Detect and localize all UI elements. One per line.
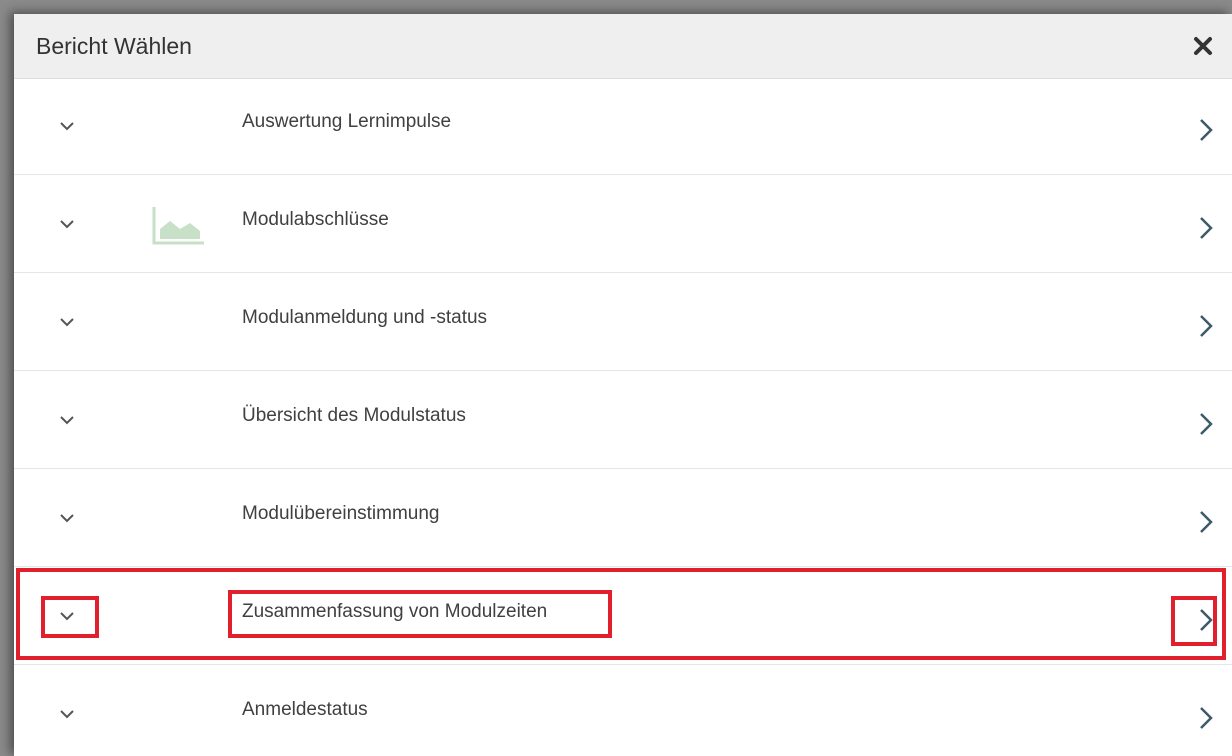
report-row-modulabschluesse[interactable]: Modulabschlüsse (14, 175, 1232, 273)
report-label[interactable]: Modulanmeldung und -status (242, 307, 487, 329)
chevron-right-icon[interactable] (1198, 705, 1214, 731)
area-chart-icon (152, 205, 206, 245)
report-row-zusammenfassung-modulzeiten[interactable]: Zusammenfassung von Modulzeiten (14, 567, 1232, 665)
chevron-down-icon[interactable] (58, 607, 76, 625)
dialog-title: Bericht Wählen (36, 33, 192, 59)
chevron-down-icon[interactable] (58, 509, 76, 527)
report-row-uebersicht-modulstatus[interactable]: Übersicht des Modulstatus (14, 371, 1232, 469)
chevron-right-icon[interactable] (1198, 215, 1214, 241)
chevron-right-icon[interactable] (1198, 117, 1214, 143)
report-select-dialog: Bericht Wählen Auswertung Lernimpulse Mo… (14, 14, 1232, 756)
report-row-modulanmeldung[interactable]: Modulanmeldung und -status (14, 273, 1232, 371)
report-row-anmeldestatus[interactable]: Anmeldestatus (14, 665, 1232, 756)
report-label[interactable]: Anmeldestatus (242, 699, 368, 721)
chevron-right-icon[interactable] (1198, 411, 1214, 437)
chevron-down-icon[interactable] (58, 313, 76, 331)
close-icon[interactable] (1192, 35, 1214, 57)
report-row-auswertung-lernimpulse[interactable]: Auswertung Lernimpulse (14, 77, 1232, 175)
report-row-moduluebereinstimmung[interactable]: Modulübereinstimmung (14, 469, 1232, 567)
chevron-down-icon[interactable] (58, 117, 76, 135)
chevron-right-icon[interactable] (1198, 607, 1214, 633)
chevron-right-icon[interactable] (1198, 509, 1214, 535)
report-label[interactable]: Zusammenfassung von Modulzeiten (242, 601, 547, 623)
chevron-down-icon[interactable] (58, 411, 76, 429)
dialog-header: Bericht Wählen (14, 14, 1232, 79)
chevron-down-icon[interactable] (58, 215, 76, 233)
chevron-down-icon[interactable] (58, 705, 76, 723)
report-label[interactable]: Modulübereinstimmung (242, 503, 440, 525)
report-label[interactable]: Auswertung Lernimpulse (242, 111, 451, 133)
report-label[interactable]: Modulabschlüsse (242, 209, 389, 231)
report-label[interactable]: Übersicht des Modulstatus (242, 405, 466, 427)
chevron-right-icon[interactable] (1198, 313, 1214, 339)
